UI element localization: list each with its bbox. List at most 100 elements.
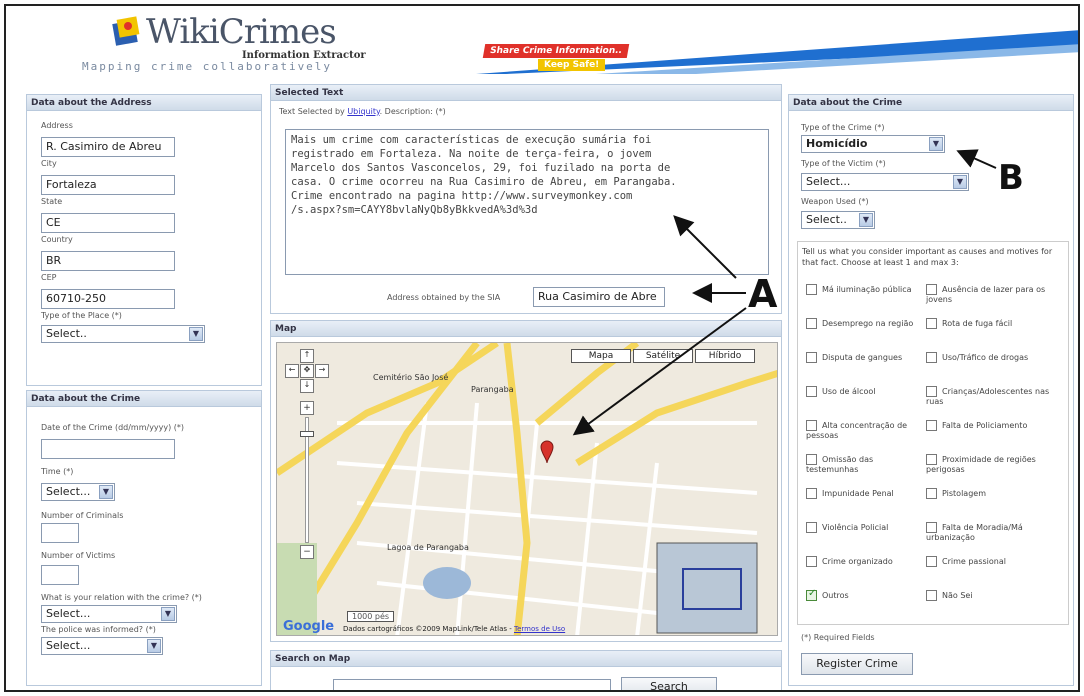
motive-label: Uso de álcool <box>822 387 876 396</box>
panel-title: Data about the Address <box>27 95 261 111</box>
victim-type-select[interactable]: Select... ▼ <box>801 173 969 191</box>
motive-label: Crianças/Adolescentes nas ruas <box>926 387 1050 406</box>
relation-label: What is your relation with the crime? (*… <box>41 593 202 602</box>
motive-label: Alta concentração de pessoas <box>806 421 908 440</box>
zoom-in-icon[interactable]: + <box>300 401 314 415</box>
place-type-select[interactable]: Select.. ▼ <box>41 325 205 343</box>
country-input[interactable]: BR <box>41 251 175 271</box>
selected-text-description: Text Selected by Ubiquity. Description: … <box>279 107 446 116</box>
banner-share: Share Crime Information.. <box>482 44 630 58</box>
city-input[interactable]: Fortaleza <box>41 175 175 195</box>
panel-title: Data about the Crime <box>789 95 1073 111</box>
police-select[interactable]: Select... ▼ <box>41 637 163 655</box>
motive-label: Disputa de gangues <box>822 353 903 362</box>
zoom-out-icon[interactable]: − <box>300 545 314 559</box>
selected-text-panel: Selected Text Text Selected by Ubiquity.… <box>270 84 782 314</box>
chevron-down-icon: ▼ <box>859 213 873 227</box>
banner-safe: Keep Safe! <box>538 59 606 71</box>
chevron-down-icon: ▼ <box>99 485 113 499</box>
panel-title: Map <box>271 321 781 337</box>
search-panel: Search on Map Search <box>270 650 782 690</box>
text-line: Marcelo dos Santos Vasconcelos, 29, foi … <box>291 162 671 174</box>
map-pan-control[interactable]: ↑ ← ✥ → ↓ <box>285 349 329 393</box>
weapon-select[interactable]: Select.. ▼ <box>801 211 875 229</box>
panel-title: Selected Text <box>271 85 781 101</box>
place-type-label: Type of the Place (*) <box>41 311 122 320</box>
motive-label: Crime organizado <box>822 557 893 566</box>
logo-title: WikiCrimes <box>146 12 337 52</box>
country-label: Country <box>41 235 73 244</box>
state-input[interactable]: CE <box>41 213 175 233</box>
motive-label: Proximidade de regiões perigosas <box>926 455 1036 474</box>
victims-label: Number of Victims <box>41 551 116 560</box>
screenshot-frame: WikiCrimes Information Extractor Mapping… <box>4 4 1080 692</box>
search-input[interactable] <box>333 679 611 690</box>
chevron-down-icon: ▼ <box>929 137 943 151</box>
address-obtained-label: Address obtained by the SIA <box>387 293 501 302</box>
tab-satelite[interactable]: Satélite <box>633 349 693 363</box>
pan-up-icon[interactable]: ↑ <box>300 349 314 363</box>
police-label: The police was informed? (*) <box>41 625 156 634</box>
map-view[interactable]: Cemitério São José Parangaba Lagoa de Pa… <box>276 342 778 636</box>
address-obtained-input[interactable]: Rua Casimiro de Abre <box>533 287 665 307</box>
map-street-label: Parangaba <box>471 385 514 394</box>
motive-label: Desemprego na região <box>822 319 914 328</box>
required-note: (*) Required Fields <box>801 633 875 642</box>
tab-hibrido[interactable]: Híbrido <box>695 349 755 363</box>
desc-suffix: . Description: (*) <box>379 107 446 116</box>
crime-left-panel: Data about the Crime Date of the Crime (… <box>26 390 262 686</box>
pan-down-icon[interactable]: ↓ <box>300 379 314 393</box>
motives-intro: Tell us what you consider important as c… <box>802 247 1053 267</box>
panel-title: Search on Map <box>271 651 781 667</box>
chevron-down-icon: ▼ <box>161 607 175 621</box>
annotation-b: B <box>998 158 1024 198</box>
map-street-label: Cemitério São José <box>373 373 449 382</box>
map-scale: 1000 pés <box>347 611 395 622</box>
motive-label: Rota de fuga fácil <box>942 319 1013 328</box>
date-label: Date of the Crime (dd/mm/yyyy) (*) <box>41 423 185 432</box>
copyright-text: Dados cartográficos ©2009 MapLink/Tele A… <box>343 625 512 633</box>
google-logo: Google <box>283 619 335 634</box>
date-input[interactable] <box>41 439 175 459</box>
motive-label: Outros <box>822 591 849 600</box>
map-copyright: Dados cartográficos ©2009 MapLink/Tele A… <box>343 625 565 633</box>
crime-type-value: Homicídio <box>806 137 868 150</box>
criminals-label: Number of Criminals <box>41 511 124 520</box>
zoom-handle[interactable] <box>300 431 314 437</box>
relation-select[interactable]: Select... ▼ <box>41 605 177 623</box>
victims-input[interactable] <box>41 565 79 585</box>
annotation-a: A <box>748 272 778 316</box>
desc-prefix: Text Selected by <box>279 107 345 116</box>
cep-input[interactable]: 60710-250 <box>41 289 175 309</box>
selected-text-area[interactable]: Mais um crime com características de exe… <box>285 129 769 275</box>
search-button[interactable]: Search <box>621 677 717 690</box>
ubiquity-link[interactable]: Ubiquity <box>347 107 379 116</box>
criminals-input[interactable] <box>41 523 79 543</box>
text-line: Crime encontrado na pagina http://www.su… <box>291 190 633 202</box>
pan-center-icon[interactable]: ✥ <box>300 364 314 378</box>
zoom-slider[interactable]: + − <box>300 401 316 561</box>
pan-left-icon[interactable]: ← <box>285 364 299 378</box>
crime-type-select[interactable]: Homicídio ▼ <box>801 135 945 153</box>
motive-label: Omissão das testemunhas <box>806 455 874 474</box>
address-input[interactable]: R. Casimiro de Abreu <box>41 137 175 157</box>
police-value: Select... <box>46 639 91 652</box>
register-crime-button[interactable]: Register Crime <box>801 653 913 675</box>
map-street-label: Lagoa de Parangaba <box>387 543 469 552</box>
victim-type-value: Select... <box>806 175 851 188</box>
motive-label: Falta de Moradia/Má urbanização <box>926 523 1023 542</box>
address-panel: Data about the Address Address R. Casimi… <box>26 94 262 386</box>
motive-label: Impunidade Penal <box>822 489 894 498</box>
time-select[interactable]: Select... ▼ <box>41 483 115 501</box>
tagline: Mapping crime collaboratively <box>82 60 333 73</box>
state-label: State <box>41 197 63 206</box>
address-label: Address <box>41 121 73 130</box>
time-value: Select... <box>46 485 91 498</box>
tab-mapa[interactable]: Mapa <box>571 349 631 363</box>
logo-icon <box>112 16 140 46</box>
terms-link[interactable]: Termos de Uso <box>514 625 565 633</box>
pan-right-icon[interactable]: → <box>315 364 329 378</box>
panel-title: Data about the Crime <box>27 391 261 407</box>
motive-label: Não Sei <box>942 591 973 600</box>
chevron-down-icon: ▼ <box>189 327 203 341</box>
